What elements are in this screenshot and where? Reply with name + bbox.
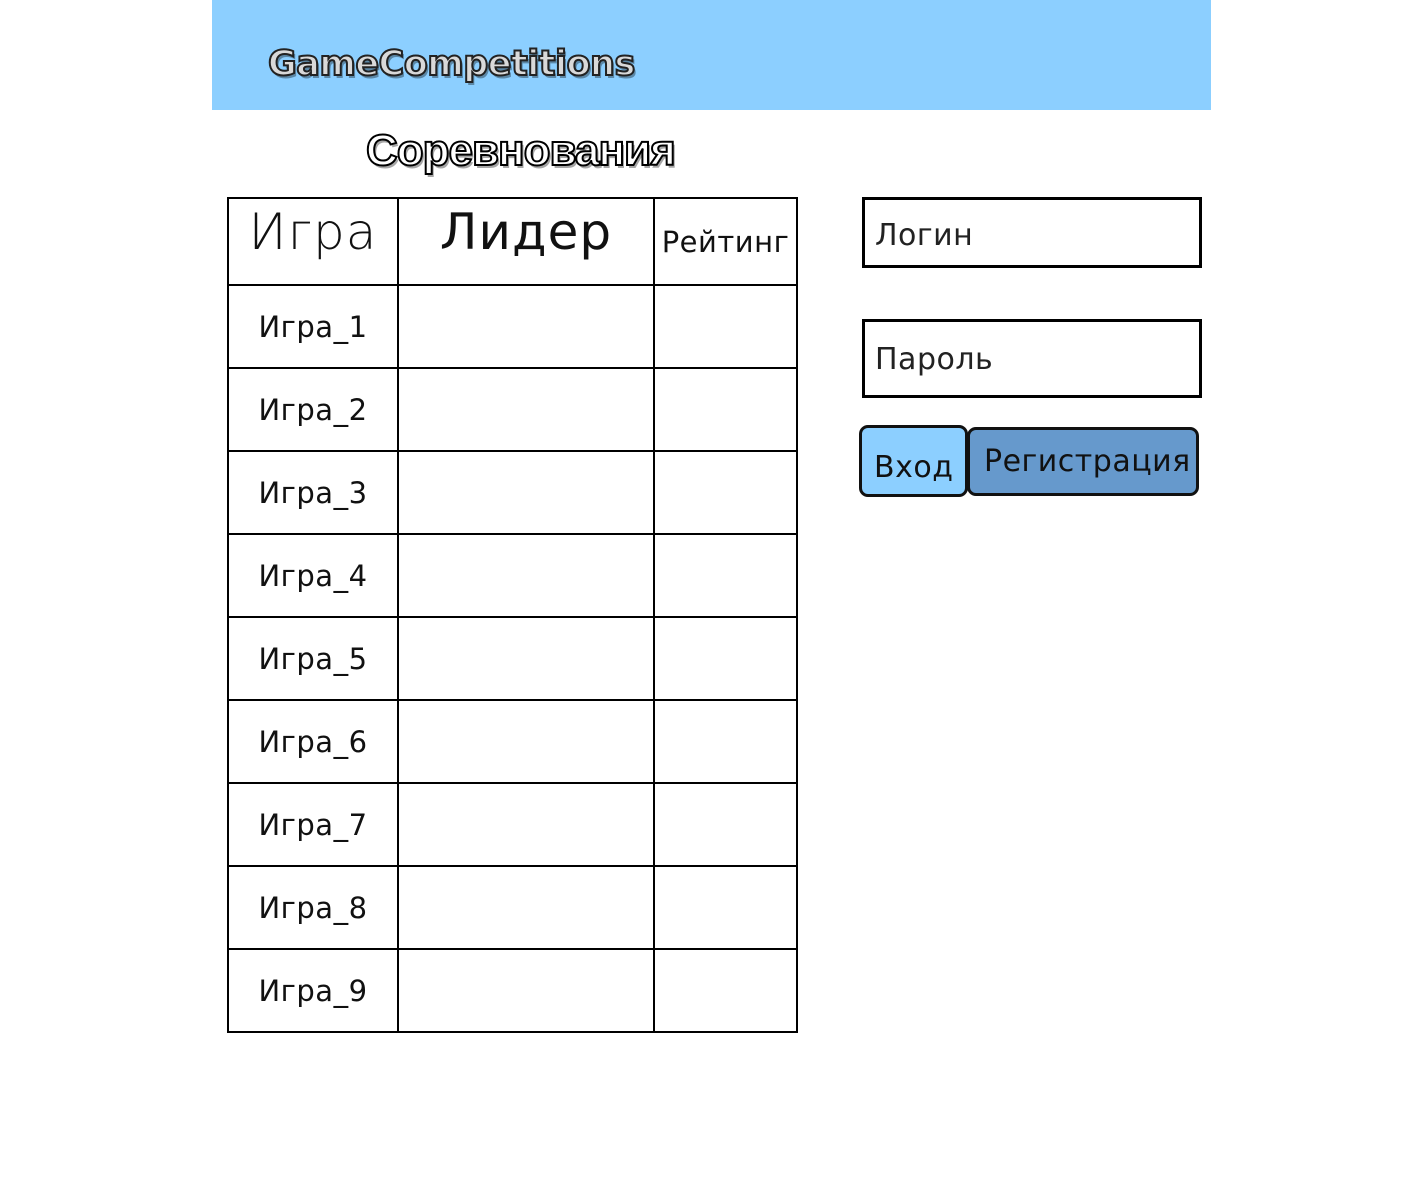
game-cell[interactable]: Игра_6 <box>227 699 399 784</box>
app-logo[interactable]: GameCompetitions <box>267 43 636 85</box>
rating-cell <box>653 699 798 784</box>
column-header-rating: Рейтинг <box>653 197 798 286</box>
column-header-game: Игра <box>227 197 399 286</box>
leader-cell <box>397 367 655 452</box>
table-row[interactable]: Игра_4 <box>227 533 798 618</box>
leader-cell <box>397 533 655 618</box>
password-field[interactable]: Пароль <box>862 319 1202 398</box>
game-cell[interactable]: Игра_9 <box>227 948 399 1033</box>
page: GameCompetitions Соревнования Игра Лидер… <box>0 0 1420 1200</box>
game-cell[interactable]: Игра_7 <box>227 782 399 867</box>
table-row[interactable]: Игра_1 <box>227 284 798 369</box>
table-row[interactable]: Игра_7 <box>227 782 798 867</box>
table-row[interactable]: Игра_6 <box>227 699 798 784</box>
login-field[interactable]: Логин <box>862 197 1202 268</box>
game-cell[interactable]: Игра_4 <box>227 533 399 618</box>
leader-cell <box>397 782 655 867</box>
leader-cell <box>397 699 655 784</box>
leader-cell <box>397 616 655 701</box>
login-placeholder: Логин <box>875 218 974 253</box>
register-button[interactable]: Регистрация <box>967 427 1199 496</box>
rating-cell <box>653 533 798 618</box>
table-row[interactable]: Игра_5 <box>227 616 798 701</box>
rating-cell <box>653 948 798 1033</box>
rating-cell <box>653 450 798 535</box>
page-title: Соревнования <box>365 125 677 176</box>
table-row[interactable]: Игра_9 <box>227 948 798 1033</box>
leader-cell <box>397 284 655 369</box>
table-row[interactable]: Игра_2 <box>227 367 798 452</box>
game-cell[interactable]: Игра_8 <box>227 865 399 950</box>
leader-cell <box>397 450 655 535</box>
rating-cell <box>653 865 798 950</box>
login-button-label: Вход <box>874 450 954 485</box>
table-header-row: Игра Лидер Рейтинг <box>227 197 798 286</box>
rating-cell <box>653 284 798 369</box>
table-row[interactable]: Игра_8 <box>227 865 798 950</box>
rating-cell <box>653 782 798 867</box>
register-button-label: Регистрация <box>984 444 1191 479</box>
rating-cell <box>653 367 798 452</box>
game-cell[interactable]: Игра_1 <box>227 284 399 369</box>
game-cell[interactable]: Игра_2 <box>227 367 399 452</box>
competitions-table: Игра Лидер Рейтинг Игра_1 Игра_2 Игра_3 <box>227 197 798 1033</box>
rating-cell <box>653 616 798 701</box>
column-header-leader: Лидер <box>397 197 655 286</box>
game-cell[interactable]: Игра_3 <box>227 450 399 535</box>
login-button[interactable]: Вход <box>859 425 968 497</box>
table-row[interactable]: Игра_3 <box>227 450 798 535</box>
leader-cell <box>397 948 655 1033</box>
game-cell[interactable]: Игра_5 <box>227 616 399 701</box>
password-placeholder: Пароль <box>875 342 994 377</box>
leader-cell <box>397 865 655 950</box>
